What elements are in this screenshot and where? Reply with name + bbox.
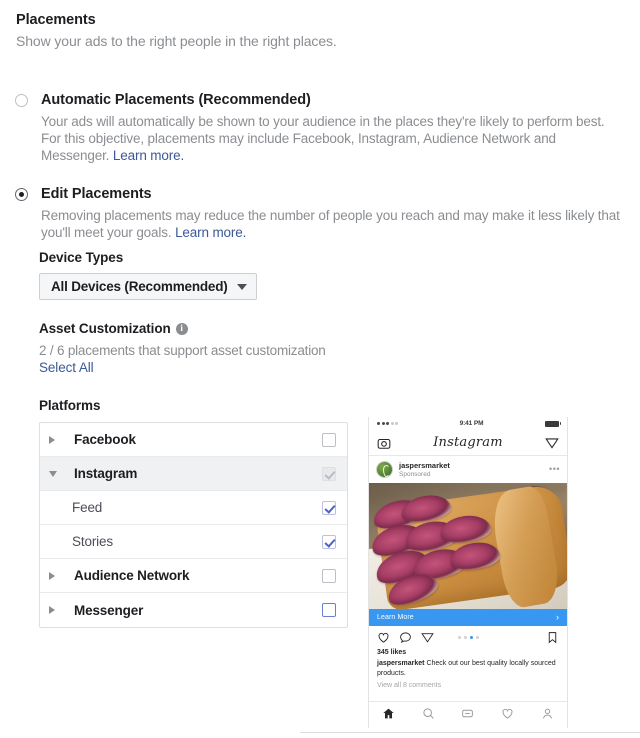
platform-checkbox-stories[interactable] [322, 534, 336, 549]
platform-name-feed: Feed [72, 500, 103, 515]
status-bar-time: 9:41 PM [459, 420, 484, 427]
post-caption-author[interactable]: jaspersmarket [377, 660, 424, 667]
comment-icon[interactable] [399, 631, 412, 644]
post-actions [369, 626, 567, 648]
platform-row-instagram[interactable]: Instagram [40, 457, 347, 491]
platform-row-instagram-feed[interactable]: Feed [40, 491, 347, 525]
post-likes-count: 345 likes [377, 649, 407, 656]
instagram-wordmark: Instagram [433, 435, 503, 450]
radio-description-automatic: Your ads will automatically be shown to … [41, 113, 621, 164]
asset-customization-label: Asset Customization [39, 321, 171, 336]
search-icon[interactable] [422, 707, 435, 720]
page-subtitle: Show your ads to the right people in the… [16, 33, 337, 49]
platform-row-messenger[interactable]: Messenger [40, 593, 347, 627]
radio-description-edit: Removing placements may reduce the numbe… [41, 207, 621, 241]
chevron-right-icon[interactable] [49, 435, 65, 444]
platform-name-instagram: Instagram [74, 466, 138, 481]
more-dots-icon[interactable]: ••• [549, 465, 560, 474]
profile-avatar[interactable] [376, 461, 393, 478]
cta-learn-more[interactable]: Learn More › [369, 609, 567, 626]
platform-checkbox-audience-network[interactable] [322, 568, 336, 583]
chevron-right-icon: › [556, 612, 559, 622]
platform-checkbox-instagram[interactable] [322, 466, 336, 481]
platform-checkbox-feed[interactable] [322, 500, 336, 515]
asset-customization-count: 2 / 6 placements that support asset cust… [39, 343, 326, 358]
platforms-label: Platforms [39, 398, 101, 413]
radio-icon-automatic[interactable] [15, 94, 28, 107]
post-meta: 345 likes jaspersmarket Check out our be… [369, 648, 567, 694]
device-types-label: Device Types [39, 250, 124, 265]
post-view-comments[interactable]: View all 8 comments [377, 681, 559, 690]
heart-icon[interactable] [377, 631, 390, 644]
post-header: jaspersmarket Sponsored ••• [369, 456, 567, 483]
device-types-dropdown[interactable]: All Devices (Recommended) [39, 273, 257, 300]
chevron-down-icon [236, 283, 247, 290]
radio-icon-edit[interactable] [15, 188, 28, 201]
camera-icon[interactable] [377, 436, 391, 450]
platform-row-instagram-stories[interactable]: Stories [40, 525, 347, 559]
platform-name-audience-network: Audience Network [74, 568, 190, 583]
radio-description-edit-text: Removing placements may reduce the numbe… [41, 208, 620, 240]
radio-option-edit-placements[interactable]: Edit Placements Removing placements may … [15, 186, 626, 241]
page-title: Placements [16, 12, 96, 28]
platform-name-facebook: Facebook [74, 432, 136, 447]
radio-label-edit: Edit Placements [41, 186, 152, 202]
platform-row-audience-network[interactable]: Audience Network [40, 559, 347, 593]
platform-checkbox-messenger[interactable] [322, 603, 336, 617]
paper-plane-icon[interactable] [421, 631, 434, 644]
platform-name-messenger: Messenger [74, 602, 144, 618]
person-icon[interactable] [541, 707, 554, 720]
asset-customization-block: Asset Customization i 2 / 6 placements t… [39, 321, 626, 377]
placements-panel: Placements Show your ads to the right pe… [0, 0, 640, 738]
home-icon[interactable] [382, 707, 395, 720]
paper-plane-icon[interactable] [545, 436, 559, 450]
heart-icon[interactable] [501, 707, 514, 720]
platform-row-facebook[interactable]: Facebook [40, 423, 347, 457]
placement-mode-radio-group: Automatic Placements (Recommended) Your … [15, 92, 626, 241]
device-types-value: All Devices (Recommended) [51, 279, 228, 294]
explore-icon[interactable] [461, 707, 474, 720]
chevron-right-icon[interactable] [49, 606, 65, 614]
post-sponsored-label: Sponsored [399, 470, 431, 478]
radio-label-automatic: Automatic Placements (Recommended) [41, 92, 311, 108]
instagram-app-bar: Instagram [369, 430, 567, 456]
post-image-fig-tart [369, 483, 567, 609]
learn-more-link-automatic[interactable]: Learn more. [113, 148, 184, 163]
bookmark-icon[interactable] [546, 631, 559, 644]
phone-status-bar: 9:41 PM [369, 417, 567, 430]
select-all-link[interactable]: Select All [39, 360, 94, 375]
chevron-right-icon[interactable] [49, 571, 65, 580]
signal-dots-icon [377, 422, 398, 425]
platform-checkbox-facebook[interactable] [322, 432, 336, 447]
post-account-block: jaspersmarket Sponsored [399, 461, 450, 479]
post-account-name[interactable]: jaspersmarket [399, 461, 450, 470]
platforms-list: Facebook Instagram Feed Stories Audience… [39, 422, 348, 628]
instagram-preview: 9:41 PM Instagram jaspersmarket Sponsore… [368, 417, 568, 728]
cta-label: Learn More [377, 614, 414, 621]
chevron-down-icon[interactable] [49, 470, 65, 477]
asset-customization-header: Asset Customization i [39, 321, 626, 336]
post-caption: jaspersmarket Check out our best quality… [377, 659, 559, 678]
battery-icon [545, 420, 561, 427]
bottom-divider [300, 732, 640, 733]
radio-option-automatic-placements[interactable]: Automatic Placements (Recommended) Your … [15, 92, 626, 164]
learn-more-link-edit[interactable]: Learn more. [175, 225, 246, 240]
instagram-tab-bar [369, 701, 567, 725]
platform-name-stories: Stories [72, 534, 113, 549]
info-icon[interactable]: i [175, 322, 188, 335]
section-header: Placements Show your ads to the right pe… [16, 12, 337, 49]
